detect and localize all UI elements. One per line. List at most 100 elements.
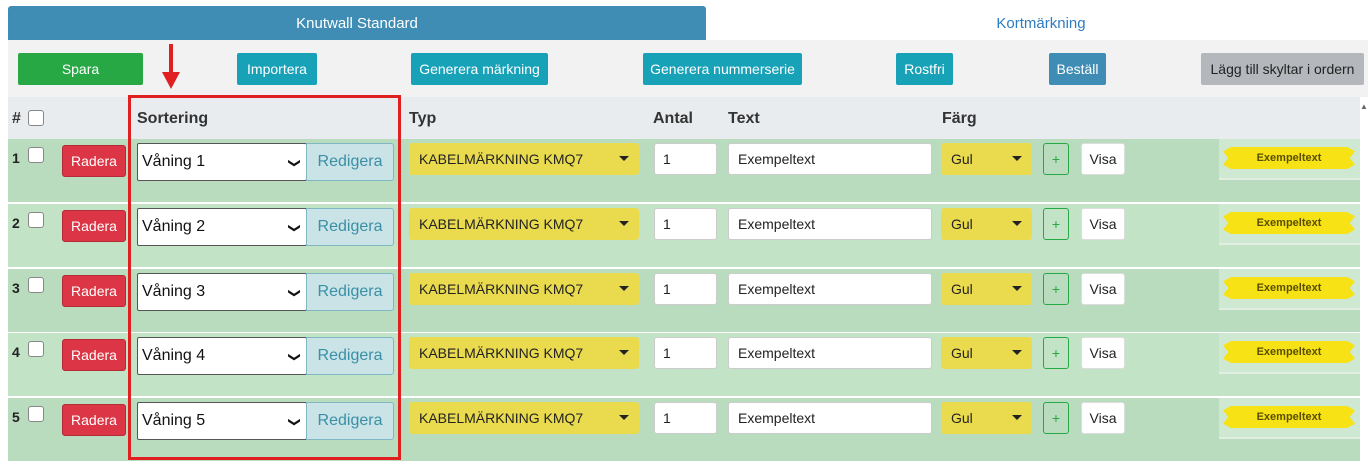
caret-down-icon (619, 415, 629, 420)
label-preview-top: Exempeltext (1219, 139, 1360, 180)
select-all-checkbox[interactable] (28, 110, 44, 126)
type-value: KABELMÄRKNING KMQ7 (419, 216, 584, 232)
show-button[interactable]: Visa (1081, 143, 1125, 175)
color-value: Gul (951, 410, 973, 426)
row-checkbox[interactable] (28, 212, 44, 228)
column-header-farg: Färg (942, 110, 977, 127)
label-preview-cell: Exempeltext (1219, 204, 1360, 267)
text-input[interactable]: Exempeltext (728, 143, 932, 175)
column-header-number: # (12, 110, 21, 127)
column-header-text: Text (728, 110, 760, 127)
row-number: 4 (12, 344, 20, 360)
order-button[interactable]: Beställ (1049, 53, 1106, 85)
type-dropdown[interactable]: KABELMÄRKNING KMQ7 (409, 208, 639, 240)
add-button[interactable]: + (1043, 208, 1069, 240)
caret-down-icon (1012, 156, 1022, 161)
caret-down-icon (1012, 286, 1022, 291)
color-value: Gul (951, 345, 973, 361)
caret-down-icon (619, 286, 629, 291)
row-checkbox[interactable] (28, 406, 44, 422)
delete-button[interactable]: Radera (62, 145, 126, 177)
column-header-antal: Antal (653, 110, 693, 127)
color-value: Gul (951, 216, 973, 232)
show-button[interactable]: Visa (1081, 273, 1125, 305)
caret-down-icon (619, 221, 629, 226)
color-dropdown[interactable]: Gul (941, 143, 1032, 175)
color-dropdown[interactable]: Gul (941, 402, 1032, 434)
generate-marking-button[interactable]: Generera märkning (411, 53, 548, 85)
label-preview-cell: Exempeltext (1219, 139, 1360, 202)
add-button[interactable]: + (1043, 143, 1069, 175)
generate-number-series-button[interactable]: Generera nummerserie (643, 53, 802, 85)
label-preview-top: Exempeltext (1219, 269, 1360, 310)
stainless-button[interactable]: Rostfri (896, 53, 953, 85)
type-dropdown[interactable]: KABELMÄRKNING KMQ7 (409, 402, 639, 434)
quantity-input[interactable]: 1 (654, 273, 717, 305)
color-dropdown[interactable]: Gul (941, 273, 1032, 305)
label-preview-top: Exempeltext (1219, 333, 1360, 374)
color-value: Gul (951, 151, 973, 167)
quantity-input[interactable]: 1 (654, 402, 717, 434)
down-arrow-icon (162, 44, 180, 89)
delete-button[interactable]: Radera (62, 339, 126, 371)
label-preview: Exempeltext (1223, 147, 1355, 169)
caret-down-icon (1012, 415, 1022, 420)
quantity-input[interactable]: 1 (654, 337, 717, 369)
row-checkbox[interactable] (28, 341, 44, 357)
quantity-input[interactable]: 1 (654, 143, 717, 175)
toolbar: Spara Importera Generera märkning Genere… (8, 40, 1368, 97)
color-dropdown[interactable]: Gul (941, 208, 1032, 240)
label-preview-cell: Exempeltext (1219, 398, 1360, 461)
label-preview: Exempeltext (1223, 212, 1355, 234)
row-number: 2 (12, 215, 20, 231)
column-header-typ: Typ (409, 110, 437, 127)
delete-button[interactable]: Radera (62, 275, 126, 307)
delete-button[interactable]: Radera (62, 210, 126, 242)
import-button[interactable]: Importera (237, 53, 317, 85)
show-button[interactable]: Visa (1081, 337, 1125, 369)
type-dropdown[interactable]: KABELMÄRKNING KMQ7 (409, 143, 639, 175)
label-preview: Exempeltext (1223, 277, 1355, 299)
quantity-input[interactable]: 1 (654, 208, 717, 240)
caret-down-icon (1012, 221, 1022, 226)
color-dropdown[interactable]: Gul (941, 337, 1032, 369)
add-button[interactable]: + (1043, 273, 1069, 305)
show-button[interactable]: Visa (1081, 402, 1125, 434)
label-preview: Exempeltext (1223, 341, 1355, 363)
text-input[interactable]: Exempeltext (728, 402, 932, 434)
caret-down-icon (619, 156, 629, 161)
row-checkbox[interactable] (28, 277, 44, 293)
label-preview-top: Exempeltext (1219, 398, 1360, 439)
type-value: KABELMÄRKNING KMQ7 (419, 281, 584, 297)
page: Knutwall Standard Kortmärkning Spara Imp… (0, 0, 1368, 467)
type-dropdown[interactable]: KABELMÄRKNING KMQ7 (409, 337, 639, 369)
add-button[interactable]: + (1043, 402, 1069, 434)
type-value: KABELMÄRKNING KMQ7 (419, 410, 584, 426)
label-preview-top: Exempeltext (1219, 204, 1360, 245)
label-preview-cell: Exempeltext (1219, 333, 1360, 396)
caret-down-icon (619, 350, 629, 355)
type-value: KABELMÄRKNING KMQ7 (419, 345, 584, 361)
caret-down-icon (1012, 350, 1022, 355)
row-number: 5 (12, 409, 20, 425)
delete-button[interactable]: Radera (62, 404, 126, 436)
row-number: 1 (12, 150, 20, 166)
color-value: Gul (951, 281, 973, 297)
row-checkbox[interactable] (28, 147, 44, 163)
show-button[interactable]: Visa (1081, 208, 1125, 240)
tab-kortmarkning[interactable]: Kortmärkning (706, 6, 1368, 40)
text-input[interactable]: Exempeltext (728, 337, 932, 369)
add-signs-to-order-button[interactable]: Lägg till skyltar i ordern (1201, 53, 1364, 85)
label-preview-cell: Exempeltext (1219, 269, 1360, 332)
text-input[interactable]: Exempeltext (728, 208, 932, 240)
add-button[interactable]: + (1043, 337, 1069, 369)
sortering-highlight-box (128, 95, 401, 460)
scroll-up-icon[interactable]: ▲ (1360, 102, 1368, 111)
save-button[interactable]: Spara (18, 53, 143, 85)
type-dropdown[interactable]: KABELMÄRKNING KMQ7 (409, 273, 639, 305)
text-input[interactable]: Exempeltext (728, 273, 932, 305)
type-value: KABELMÄRKNING KMQ7 (419, 151, 584, 167)
tab-knutwall-standard[interactable]: Knutwall Standard (8, 6, 706, 40)
label-preview: Exempeltext (1223, 406, 1355, 428)
row-number: 3 (12, 280, 20, 296)
